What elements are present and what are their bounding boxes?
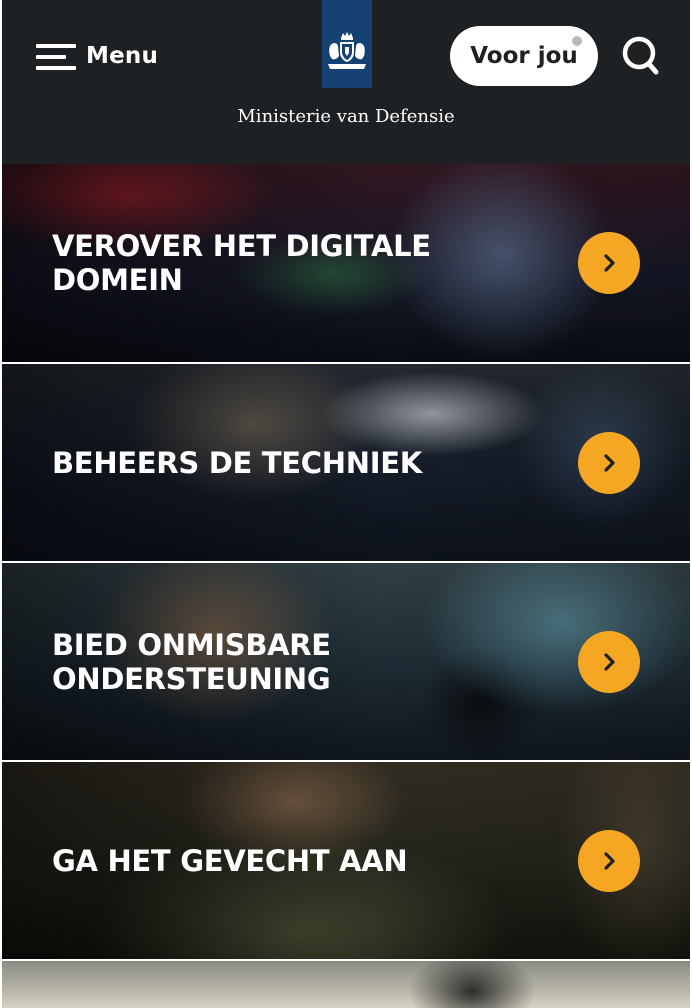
tile-title: BEHEERS DE TECHNIEK (52, 445, 422, 480)
menu-label: Menu (86, 43, 159, 69)
voor-jou-button[interactable]: Voor jou (450, 26, 598, 86)
search-button[interactable] (620, 34, 660, 78)
menu-button[interactable]: Menu (36, 38, 158, 74)
ministry-name: Ministerie van Defensie (237, 106, 455, 127)
tile-photo (2, 961, 690, 1008)
page: Menu Ministerie van Defensie Voor jou VE… (0, 0, 692, 1008)
voor-jou-label: Voor jou (470, 43, 578, 69)
chevron-right-icon (604, 851, 615, 870)
tile-arrow-button[interactable] (578, 630, 640, 693)
tile-beheers-de-techniek[interactable]: BEHEERS DE TECHNIEK (2, 364, 690, 561)
logo-link[interactable] (322, 0, 372, 88)
tile-arrow-button[interactable] (578, 431, 640, 494)
notification-dot-icon (572, 36, 582, 46)
tile-ga-het-gevecht-aan[interactable]: GA HET GEVECHT AAN (2, 762, 690, 959)
search-icon (622, 36, 659, 75)
tile-partial[interactable] (2, 961, 690, 1008)
coat-of-arms-icon (328, 32, 366, 69)
chevron-right-icon (604, 254, 615, 272)
tile-arrow-button[interactable] (578, 232, 640, 294)
tile-title: GA HET GEVECHT AAN (52, 843, 408, 878)
chevron-right-icon (604, 652, 615, 671)
tile-verover-het-digitale-domein[interactable]: VEROVER HET DIGITALE DOMEIN (2, 164, 690, 362)
tile-bied-onmisbare-ondersteuning[interactable]: BIED ONMISBARE ONDERSTEUNING (2, 563, 690, 760)
tile-arrow-button[interactable] (578, 829, 640, 892)
chevron-right-icon (604, 453, 615, 472)
tile-title: VEROVER HET DIGITALE DOMEIN (52, 229, 431, 297)
hamburger-icon (36, 42, 76, 70)
tile-title: BIED ONMISBARE ONDERSTEUNING (52, 627, 331, 696)
site-header: Menu Ministerie van Defensie Voor jou (2, 0, 690, 164)
